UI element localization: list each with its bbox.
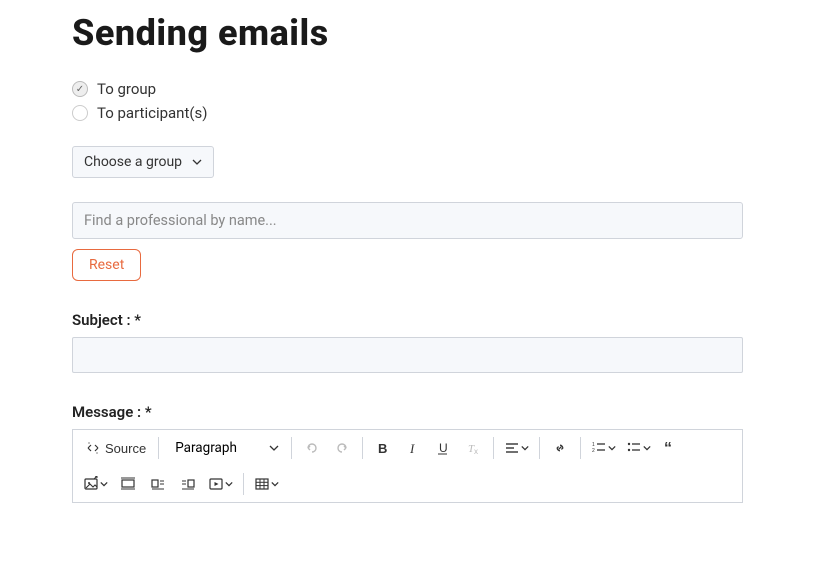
reset-button[interactable]: Reset bbox=[72, 249, 141, 281]
bold-icon: B bbox=[375, 440, 391, 456]
image-right-button[interactable] bbox=[174, 470, 202, 498]
undo-icon bbox=[304, 440, 320, 456]
image-full-icon bbox=[120, 476, 136, 492]
group-select-value: Choose a group bbox=[84, 154, 182, 170]
heading-select[interactable]: Paragraph bbox=[165, 434, 285, 462]
svg-text:“: “ bbox=[664, 440, 672, 456]
subject-input[interactable] bbox=[72, 337, 743, 373]
svg-text:B: B bbox=[378, 441, 387, 456]
toolbar-separator bbox=[493, 437, 494, 459]
numbered-list-icon: 12 bbox=[591, 440, 607, 456]
message-label: Message : * bbox=[72, 403, 743, 421]
toolbar-separator bbox=[243, 473, 244, 495]
quote-icon: “ bbox=[663, 440, 679, 456]
image-full-button[interactable] bbox=[114, 470, 142, 498]
editor-toolbar: Source Paragraph B bbox=[72, 429, 743, 466]
chevron-down-icon bbox=[192, 157, 202, 167]
image-icon bbox=[83, 476, 99, 492]
chevron-down-icon bbox=[271, 480, 279, 488]
toolbar-separator bbox=[580, 437, 581, 459]
align-left-icon bbox=[504, 440, 520, 456]
remove-format-button[interactable]: Tx bbox=[459, 434, 487, 462]
toolbar-separator bbox=[539, 437, 540, 459]
svg-text:2: 2 bbox=[592, 448, 595, 454]
source-button-label: Source bbox=[105, 441, 146, 456]
underline-button[interactable]: U bbox=[429, 434, 457, 462]
subject-label: Subject : * bbox=[72, 311, 743, 329]
radio-to-participants-label: To participant(s) bbox=[97, 104, 207, 122]
chevron-down-icon bbox=[608, 444, 616, 452]
radio-to-participants[interactable]: To participant(s) bbox=[72, 104, 743, 122]
media-icon bbox=[208, 476, 224, 492]
insert-media-button[interactable] bbox=[204, 470, 237, 498]
insert-table-button[interactable] bbox=[250, 470, 283, 498]
image-right-icon bbox=[180, 476, 196, 492]
numbered-list-button[interactable]: 12 bbox=[587, 434, 620, 462]
source-icon bbox=[85, 440, 101, 456]
toolbar-separator bbox=[158, 437, 159, 459]
chevron-down-icon bbox=[643, 444, 651, 452]
redo-icon bbox=[334, 440, 350, 456]
radio-to-group[interactable]: To group bbox=[72, 80, 743, 98]
italic-button[interactable]: I bbox=[399, 434, 427, 462]
svg-text:U: U bbox=[439, 441, 448, 455]
recipient-radio-group: To group To participant(s) bbox=[72, 80, 743, 122]
link-button[interactable] bbox=[546, 434, 574, 462]
image-left-button[interactable] bbox=[144, 470, 172, 498]
group-select[interactable]: Choose a group bbox=[72, 146, 214, 178]
remove-format-icon: Tx bbox=[465, 440, 481, 456]
editor-toolbar-row2 bbox=[72, 466, 743, 503]
undo-button[interactable] bbox=[298, 434, 326, 462]
svg-text:x: x bbox=[474, 447, 478, 456]
italic-icon: I bbox=[405, 440, 421, 456]
radio-checked-icon bbox=[72, 81, 88, 97]
image-left-icon bbox=[150, 476, 166, 492]
blockquote-button[interactable]: “ bbox=[657, 434, 685, 462]
bold-button[interactable]: B bbox=[369, 434, 397, 462]
toolbar-separator bbox=[291, 437, 292, 459]
page-title: Sending emails bbox=[72, 12, 743, 54]
insert-image-button[interactable] bbox=[79, 470, 112, 498]
radio-to-group-label: To group bbox=[97, 80, 156, 98]
source-button[interactable]: Source bbox=[79, 434, 152, 462]
toolbar-separator bbox=[362, 437, 363, 459]
link-icon bbox=[552, 440, 568, 456]
chevron-down-icon bbox=[225, 480, 233, 488]
underline-icon: U bbox=[435, 440, 451, 456]
table-icon bbox=[254, 476, 270, 492]
redo-button[interactable] bbox=[328, 434, 356, 462]
chevron-down-icon bbox=[521, 444, 529, 452]
bullet-list-icon bbox=[626, 440, 642, 456]
chevron-down-icon bbox=[100, 480, 108, 488]
professional-search-input[interactable] bbox=[72, 202, 743, 239]
bullet-list-button[interactable] bbox=[622, 434, 655, 462]
radio-unchecked-icon bbox=[72, 105, 88, 121]
svg-text:I: I bbox=[409, 441, 415, 456]
align-button[interactable] bbox=[500, 434, 533, 462]
